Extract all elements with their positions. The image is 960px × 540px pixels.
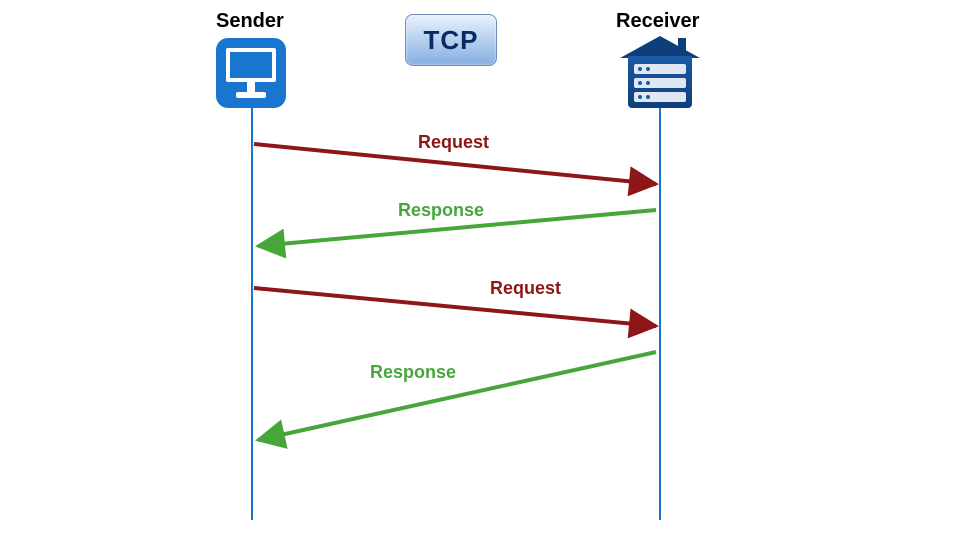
label-response-1: Response [398,200,484,221]
label-request-1: Request [418,132,489,153]
arrow-request-2 [254,288,656,326]
tcp-sequence-diagram: Sender Receiver TCP Request Response Req… [0,0,960,540]
label-response-2: Response [370,362,456,383]
arrow-response-2 [258,352,656,440]
label-request-2: Request [490,278,561,299]
message-arrows [0,0,960,540]
